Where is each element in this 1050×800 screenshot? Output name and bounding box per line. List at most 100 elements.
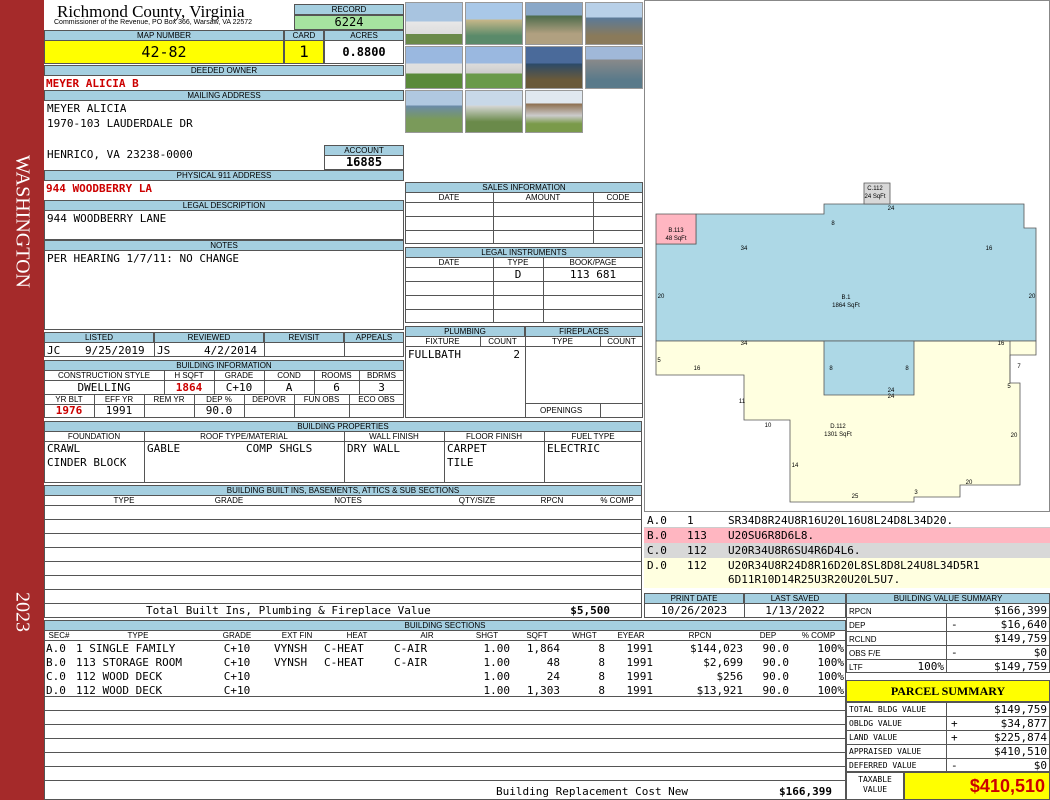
builtins-total-label: Total Built Ins, Plumbing & Fireplace Va… xyxy=(146,604,431,617)
wall-finish: DRY WALL xyxy=(347,442,400,455)
hsqft-header: H SQFT xyxy=(174,371,204,380)
instr-type-value: D xyxy=(514,268,522,281)
fuel-header: FUEL TYPE xyxy=(571,432,615,441)
ps-tbv-label: TOTAL BLDG VALUE xyxy=(849,705,927,714)
remyr-header: REM YR xyxy=(153,395,185,404)
sketch-label-a: B.1 xyxy=(841,295,851,301)
sections-cell: 8 xyxy=(598,656,605,669)
property-photo-7[interactable] xyxy=(525,46,583,89)
sections-cell: 48 xyxy=(546,656,560,669)
area-d-desc: U20R34U8R24D8R16D20L8SL8D8L24U8L34D5R1 xyxy=(728,559,980,572)
bvs-ltf-pct: 100% xyxy=(917,660,945,673)
area-b-desc: U20SU6R8D6L8. xyxy=(728,529,815,542)
ps-obldg-label: OBLDG VALUE xyxy=(849,719,902,728)
sections-cell: 100% xyxy=(817,670,845,683)
reviewed-date: 4/2/2014 xyxy=(204,344,257,357)
sketch-area-d: 1301 SqFt xyxy=(824,432,852,438)
effyr-value: 1991 xyxy=(105,404,133,417)
bi-type-header: TYPE xyxy=(113,496,135,505)
property-photo-6[interactable] xyxy=(465,46,523,89)
ps-deferred-value: $0 xyxy=(1033,759,1047,772)
property-photo-4[interactable] xyxy=(585,2,643,45)
bdrms-header: BDRMS xyxy=(367,371,396,380)
property-photo-1[interactable] xyxy=(405,2,463,45)
property-photo-8[interactable] xyxy=(585,46,643,89)
mailing-address-label: MAILING ADDRESS xyxy=(44,90,404,101)
sections-cell: C+10 xyxy=(223,656,251,669)
property-photo-9[interactable] xyxy=(405,90,463,133)
instr-book-header: BOOK/PAGE xyxy=(569,258,617,267)
grade-value: C+10 xyxy=(225,381,253,394)
listed-date: 9/25/2019 xyxy=(85,344,145,357)
property-photo-11[interactable] xyxy=(525,90,583,133)
ps-appraised-value: $410,510 xyxy=(994,745,1047,758)
sections-col-header: % COMP xyxy=(801,631,836,640)
side-band xyxy=(0,0,44,800)
rooms-header: ROOMS xyxy=(321,371,352,380)
ps-deferred-label: DEFERRED VALUE xyxy=(849,761,917,770)
sketch-dimension: 10 xyxy=(765,423,772,429)
sketch-dimension: 20 xyxy=(1011,433,1018,439)
area-c-desc: U20R34U8R6SU4R6D4L6. xyxy=(728,544,861,557)
sections-cell: VYNSH xyxy=(274,656,308,669)
commissioner-address: Commissioner of the Revenue, PO Box 366,… xyxy=(54,19,253,26)
sketch-label-b: B.113 xyxy=(668,228,684,234)
bdrms-value: 3 xyxy=(378,381,385,394)
mailing-line-2: 1970-103 LAUDERDALE DR xyxy=(47,117,193,130)
dep-value: 90.0 xyxy=(205,404,233,417)
replacement-cost-label: Building Replacement Cost New xyxy=(496,785,689,798)
sections-cell: 100% xyxy=(817,642,845,655)
sections-cell: 113 STORAGE ROOM xyxy=(76,656,182,669)
area-a-name: A.0 xyxy=(647,514,667,527)
ps-taxable-label-1: TAXABLE xyxy=(858,775,892,784)
built-ins-table xyxy=(44,495,642,618)
sketch-dimension: 16 xyxy=(694,366,701,372)
property-photo-2[interactable] xyxy=(465,2,523,45)
sections-cell: B.0 xyxy=(46,656,66,669)
sections-col-header: HEAT xyxy=(346,631,368,640)
area-d-desc-2: 6D11R10D14R25U3R20U20L5U7. xyxy=(728,573,901,586)
ps-taxable-label-2: VALUE xyxy=(862,785,888,794)
map-number-value: 42-82 xyxy=(44,40,284,64)
plumb-count-value: 2 xyxy=(513,348,520,361)
sections-cell: A.0 xyxy=(46,642,66,655)
area-a-desc: SR34D8R24U8R16U20L16U8L24D8L34D20. xyxy=(728,514,954,527)
bi-rpcn-header: RPCN xyxy=(540,496,564,505)
property-photo-5[interactable] xyxy=(405,46,463,89)
year-vertical-label: 2023 xyxy=(11,592,34,632)
wall-header: WALL FINISH xyxy=(369,432,419,441)
account-value: 16885 xyxy=(324,155,404,170)
ps-land-label: LAND VALUE xyxy=(849,733,898,742)
sections-cell: C+10 xyxy=(223,642,251,655)
roof-type: GABLE xyxy=(147,442,181,455)
sections-cell: 1.00 xyxy=(483,656,511,669)
style-value: DWELLING xyxy=(77,381,131,394)
ps-appraised-label: APPRAISED VALUE xyxy=(849,747,922,756)
sketch-dimension: 24 xyxy=(888,394,895,400)
bvs-ltf-label: LTF xyxy=(849,663,863,672)
sections-col-header: EYEAR xyxy=(617,631,645,640)
sketch-label-c: C.112 xyxy=(867,186,883,192)
floor-header: FLOOR FINISH xyxy=(465,432,522,441)
bvs-rpcn-label: RPCN xyxy=(849,607,872,616)
notes-value: PER HEARING 1/7/11: NO CHANGE xyxy=(47,252,240,265)
sections-cell: $2,699 xyxy=(703,656,743,669)
sections-cell: 100% xyxy=(817,656,845,669)
sections-col-header: DEP xyxy=(759,631,777,640)
sketch-dimension: 20 xyxy=(1029,294,1036,300)
property-photo-10[interactable] xyxy=(465,90,523,133)
sections-cell: 8 xyxy=(598,642,605,655)
county-vertical-label: WASHINGTON xyxy=(11,155,34,288)
sketch-dimension: 16 xyxy=(998,341,1005,347)
fixture-value: FULLBATH xyxy=(408,348,461,361)
sketch-dimension: 24 xyxy=(888,206,895,212)
bvs-ltf-value: $149,759 xyxy=(994,660,1047,673)
sections-cell: C.0 xyxy=(46,670,66,683)
sections-col-header: AIR xyxy=(420,631,434,640)
fp-count-header: COUNT xyxy=(607,337,636,346)
property-photo-3[interactable] xyxy=(525,2,583,45)
sections-col-header: TYPE xyxy=(127,631,149,640)
fuel-type: ELECTRIC xyxy=(547,442,600,455)
sketch-dimension: 34 xyxy=(741,246,748,252)
bi-grade-header: GRADE xyxy=(214,496,244,505)
